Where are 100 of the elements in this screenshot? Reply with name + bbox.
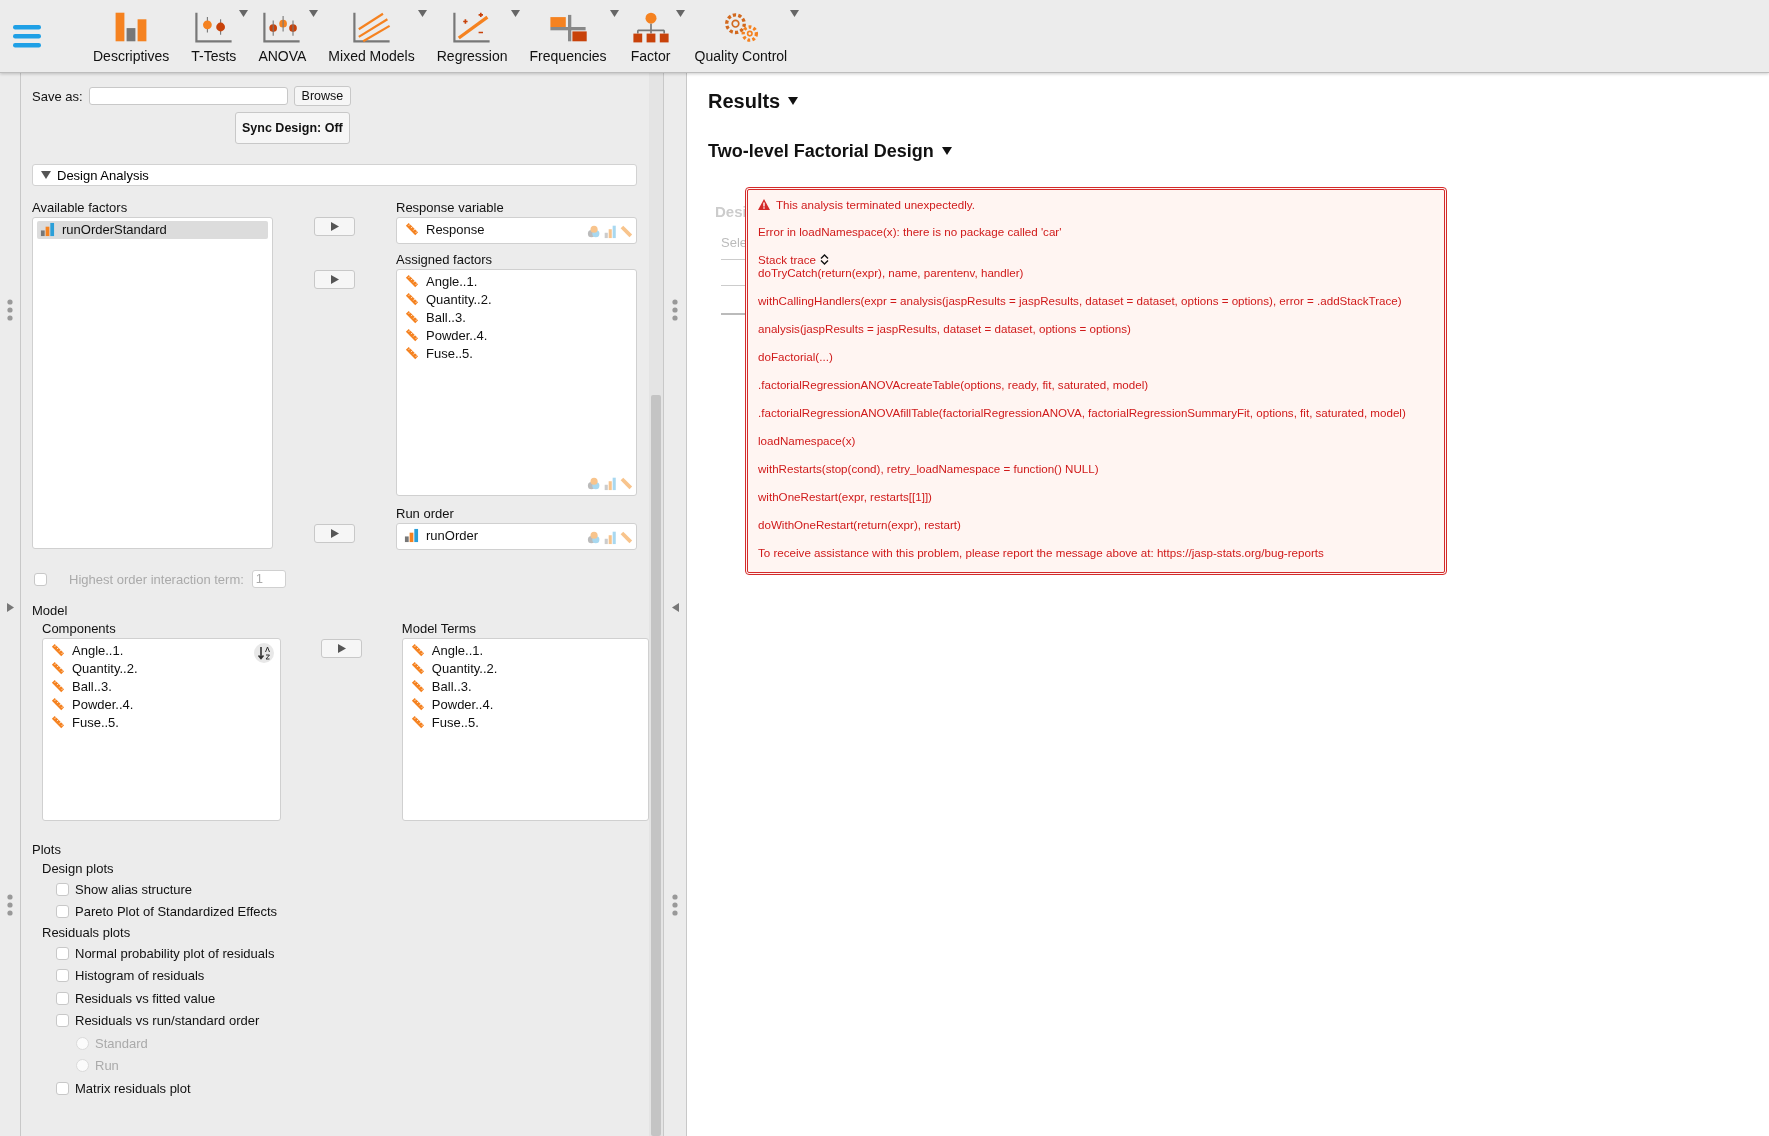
move-button[interactable] [314,217,355,236]
ruler-icon [404,310,419,325]
ruler-icon [50,679,65,694]
stack-trace-line: doTryCatch(return(expr), name, parentenv, handler) [758,266,1025,280]
list-label: Components [42,620,117,638]
checkbox-label: Highest order interaction term: [69,571,244,587]
error-message: Error in loadNamespace(x): there is no package called 'car' [758,225,1063,239]
checkbox[interactable] [56,946,69,960]
ruler-icon [404,222,419,238]
checkbox[interactable] [56,991,69,1005]
variable-item[interactable]: Ball..3. [401,308,582,327]
toolbar-button[interactable]: T-Tests [183,0,245,72]
variable-item[interactable]: Quantity..2. [401,290,582,309]
section-title: Model [32,602,69,620]
toolbar-button[interactable]: Descriptives [85,0,178,72]
group-title: Design plots [41,860,115,878]
variable-item[interactable]: Ball..3. [406,677,644,696]
ruler-icon [409,696,425,712]
browse-button[interactable]: Browse [293,86,352,106]
stack-trace-line: doWithOneRestart(return(expr), restart) [758,518,962,532]
ruler-icon [50,661,65,677]
variable-item[interactable]: Fuse..5. [406,713,644,731]
scrollbar-thumb[interactable] [651,395,661,1136]
drag-handle-icon [7,299,13,321]
play-icon [330,529,339,538]
warning-icon [758,199,770,210]
radio-label: Run [95,1058,119,1074]
checkbox-label: Residuals vs run/standard order [75,1013,260,1029]
stack-trace-line: .factorialRegressionANOVAfillTable(factorialRegressionANOVA, factorialRegressionSummaryFit, options, fit, saturated, model) [758,406,1407,420]
checkbox-label: Normal probability plot of residuals [75,945,275,961]
variable-item[interactable]: Powder..4. [47,695,277,714]
variable-item[interactable]: runOrder [401,527,582,545]
checkbox[interactable] [56,905,69,919]
stack-trace-line: doFactorial(...) [758,350,834,364]
caret-icon [941,147,952,155]
variable-item[interactable]: Quantity..2. [47,659,277,678]
section-title: Plots [32,841,62,859]
sort-icon[interactable] [254,643,275,663]
play-icon [330,222,339,231]
play-icon [337,644,346,653]
toolbar-button[interactable]: Factor [620,0,681,72]
variable-item[interactable]: runOrderStandard [37,221,268,239]
variable-item[interactable]: Powder..4. [406,695,644,714]
bar-chart-icon [40,222,55,238]
stack-trace-line: withRestarts(stop(cond), retry_loadNamespace = function() NULL) [758,462,1100,476]
variable-item[interactable]: Response [401,221,582,239]
checkbox-label: Residuals vs fitted value [75,990,216,1006]
variable-item[interactable]: Fuse..5. [47,713,277,731]
toolbar-button[interactable]: Regression [428,0,516,72]
stack-trace-toggle[interactable]: Stack trace [758,253,816,266]
menu-icon[interactable] [13,24,41,48]
list-label: Available factors [32,199,129,217]
list-label: Model Terms [401,620,478,638]
toolbar-button[interactable]: Quality Control [686,0,796,72]
save-as-field[interactable] [88,87,288,105]
checkbox-label: Pareto Plot of Standardized Effects [75,904,278,920]
checkbox[interactable] [56,1081,69,1095]
variable-item[interactable]: Fuse..5. [401,344,582,362]
analysis-title: Two-level Factorial Design [708,140,934,162]
expand-icon[interactable] [6,603,14,612]
variable-item[interactable]: Angle..1. [406,642,644,660]
stack-trace-line: withCallingHandlers(expr = analysis(jaspResults = jaspResults, dataset = dataset, options = options), error = .addStackTrace) [758,294,1403,308]
toolbar-button[interactable]: Frequencies [521,0,615,72]
variable-item[interactable]: Angle..1. [401,273,582,291]
drag-handle-icon [672,894,678,916]
drag-handle-icon [7,894,13,916]
checkbox[interactable] [56,1014,69,1028]
caret-icon [788,97,799,105]
move-button[interactable] [321,639,363,658]
collapse-icon[interactable] [671,603,679,612]
list-label: Run order [396,505,455,523]
ruler-icon [50,643,65,659]
variable-types-icon [587,223,633,239]
list-label: Assigned factors [396,251,494,269]
variable-item[interactable]: Ball..3. [47,677,277,696]
variable-item[interactable]: Angle..1. [47,642,277,660]
expand-collapse-icon[interactable] [820,254,829,265]
variable-item[interactable]: Powder..4. [401,326,582,345]
variable-types-icon [587,475,633,491]
variable-types-icon [587,529,633,545]
checkbox[interactable] [56,882,69,896]
move-button[interactable] [314,270,355,289]
drag-handle-icon [672,299,678,321]
ruler-icon [409,679,425,694]
checkbox[interactable] [56,969,69,983]
radio-label: Standard [95,1035,148,1051]
list-label: Response variable [396,199,505,217]
checkbox-label: Show alias structure [75,881,193,897]
move-button[interactable] [314,524,355,543]
ruler-icon [409,714,425,730]
sync-design-button[interactable]: Sync Design: Off [235,112,350,144]
ruler-icon [50,696,65,712]
section-header[interactable]: Design Analysis [32,164,637,186]
stack-trace-line: analysis(jaspResults = jaspResults, dataset = dataset, options = options) [758,322,1132,336]
ruler-icon [404,345,419,361]
toolbar-button[interactable]: ANOVA [250,0,315,72]
variable-item[interactable]: Quantity..2. [406,659,644,678]
ruler-icon [404,274,419,290]
toolbar-button[interactable]: Mixed Models [320,0,423,72]
ruler-icon [404,327,419,343]
